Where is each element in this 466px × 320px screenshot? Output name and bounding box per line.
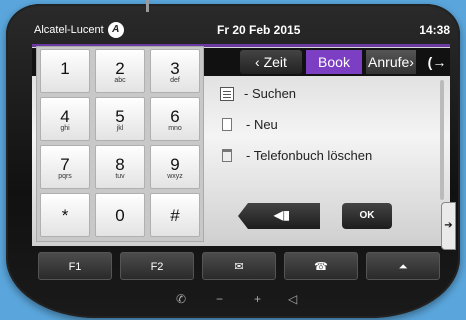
phonebook-menu: - Suchen - Neu - Telefonbuch löschen	[212, 78, 442, 171]
exit-arrow-icon[interactable]: (→	[426, 50, 448, 74]
tab-zeit[interactable]: ‹ Zeit	[240, 50, 302, 74]
antenna-marker	[146, 0, 149, 12]
key-digit: 1	[60, 59, 70, 78]
time-display: 14:38	[419, 23, 450, 37]
key-digit: 0	[115, 206, 125, 225]
key-letters: mno	[168, 125, 182, 132]
key-hash[interactable]: #	[150, 193, 200, 237]
key-6[interactable]: 6 mno	[150, 97, 200, 141]
key-digit: 8	[115, 155, 125, 174]
menu-item-label: - Neu	[246, 117, 278, 132]
key-8[interactable]: 8 tuv	[95, 145, 145, 189]
function-key-row: F1 F2 ✉ ☎ ⏶	[38, 252, 440, 282]
date-display: Fr 20 Feb 2015	[217, 23, 301, 37]
hangup-icon[interactable]: ☎	[284, 252, 358, 280]
key-0[interactable]: 0	[95, 193, 145, 237]
key-digit: 7	[60, 155, 70, 174]
key-digit: 3	[170, 59, 180, 78]
key-digit: 6	[170, 107, 180, 126]
key-letters: jkl	[116, 125, 124, 132]
key-digit: 5	[115, 107, 125, 126]
key-letters: def	[170, 77, 180, 84]
ok-button[interactable]: OK	[342, 203, 392, 229]
up-arrow-icon[interactable]: ⏶	[366, 252, 440, 280]
key-digit: 2	[115, 59, 125, 78]
key-digit: #	[170, 206, 180, 225]
key-9[interactable]: 9 wxyz	[150, 145, 200, 189]
new-entry-icon	[222, 118, 232, 131]
key-digit: 4	[60, 107, 70, 126]
brand: Alcatel-Lucent A	[34, 22, 124, 38]
dial-keypad: 1 2 abc 3 def 4 ghi 5 jkl 6 mno 7 pqrs 8…	[36, 46, 204, 242]
volume-up-button[interactable]: +	[254, 292, 261, 306]
menu-item-label: - Suchen	[244, 86, 297, 101]
f1-button[interactable]: F1	[38, 252, 112, 280]
back-softkey[interactable]: ◀▮	[238, 203, 320, 229]
key-1[interactable]: 1	[40, 49, 90, 93]
key-3[interactable]: 3 def	[150, 49, 200, 93]
mail-icon[interactable]: ✉	[202, 252, 276, 280]
key-letters: ghi	[60, 125, 70, 132]
alcatel-logo-icon: A	[107, 22, 124, 38]
key-4[interactable]: 4 ghi	[40, 97, 90, 141]
key-letters: wxyz	[167, 173, 183, 180]
menu-scrollbar[interactable]	[440, 80, 444, 200]
key-digit: 9	[170, 155, 180, 174]
key-letters: pqrs	[58, 173, 72, 180]
trash-icon	[222, 149, 232, 162]
tab-book[interactable]: Book	[306, 50, 362, 74]
key-digit: *	[61, 206, 69, 225]
f2-button[interactable]: F2	[120, 252, 194, 280]
key-2[interactable]: 2 abc	[95, 49, 145, 93]
side-arrow-button[interactable]: ➔	[441, 202, 456, 250]
speaker-icon[interactable]: ◁	[288, 292, 297, 306]
key-star[interactable]: *	[40, 193, 90, 237]
menu-item-suchen[interactable]: - Suchen	[212, 78, 442, 109]
menu-item-label: - Telefonbuch löschen	[246, 148, 373, 163]
key-letters: tuv	[115, 173, 125, 180]
key-letters: abc	[114, 77, 126, 84]
list-icon	[220, 86, 234, 101]
bottom-controls: ✆ − + ◁	[176, 292, 306, 310]
status-bar: Alcatel-Lucent A Fr 20 Feb 2015 14:38	[30, 18, 456, 42]
skip-back-icon: ◀▮	[274, 208, 290, 222]
key-5[interactable]: 5 jkl	[95, 97, 145, 141]
menu-item-telefonbuch-loeschen[interactable]: - Telefonbuch löschen	[212, 140, 442, 171]
tab-anrufe[interactable]: Anrufe›	[366, 50, 416, 74]
volume-down-button[interactable]: −	[216, 292, 223, 306]
brand-name: Alcatel-Lucent	[34, 24, 104, 36]
key-7[interactable]: 7 pqrs	[40, 145, 90, 189]
menu-item-neu[interactable]: - Neu	[212, 109, 442, 140]
handset-icon[interactable]: ✆	[176, 292, 186, 306]
